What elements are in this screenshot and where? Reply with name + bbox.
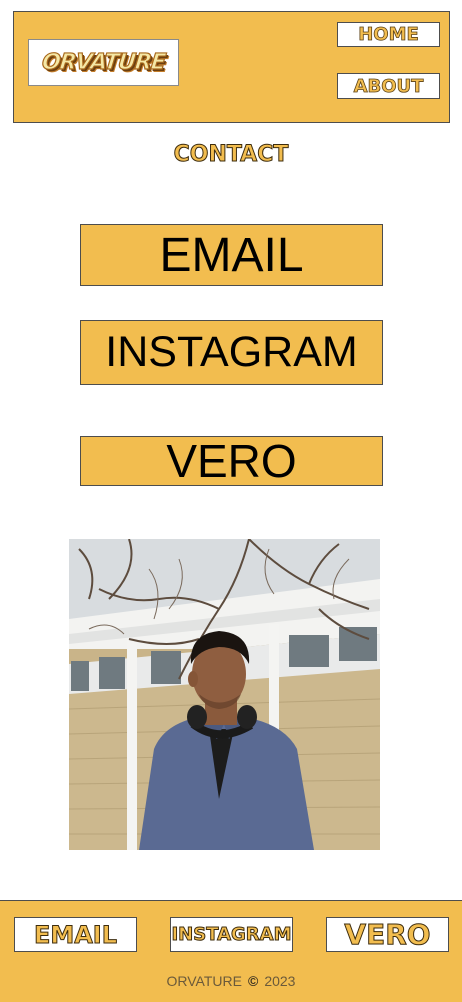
footer-year: 2023 [264,973,296,989]
instagram-button[interactable]: INSTAGRAM [80,320,383,385]
footer-brand: ORVATURE [166,973,242,989]
logo-text: ORVATURE [40,49,167,75]
site-footer: EMAIL INSTAGRAM VERO ORVATURE © 2023 [0,900,462,1002]
footer-vero-button[interactable]: VERO [326,917,449,952]
portrait-photo [69,539,380,850]
footer-email-button[interactable]: EMAIL [14,917,137,952]
copyright-icon: © [247,973,259,989]
page-title: CONTACT [173,142,289,168]
nav-about-button[interactable]: ABOUT [337,73,440,99]
logo[interactable]: ORVATURE [28,39,179,86]
contact-page: ORVATURE HOME ABOUT CONTACT EMAIL INSTAG… [0,0,462,1002]
footer-instagram-button[interactable]: INSTAGRAM [170,917,293,952]
portrait-illustration [69,539,380,850]
nav-home-button[interactable]: HOME [337,22,440,47]
copyright-text: ORVATURE © 2023 [0,973,462,989]
email-button[interactable]: EMAIL [80,224,383,286]
site-header: ORVATURE HOME ABOUT [13,11,450,123]
vero-button[interactable]: VERO [80,435,383,487]
